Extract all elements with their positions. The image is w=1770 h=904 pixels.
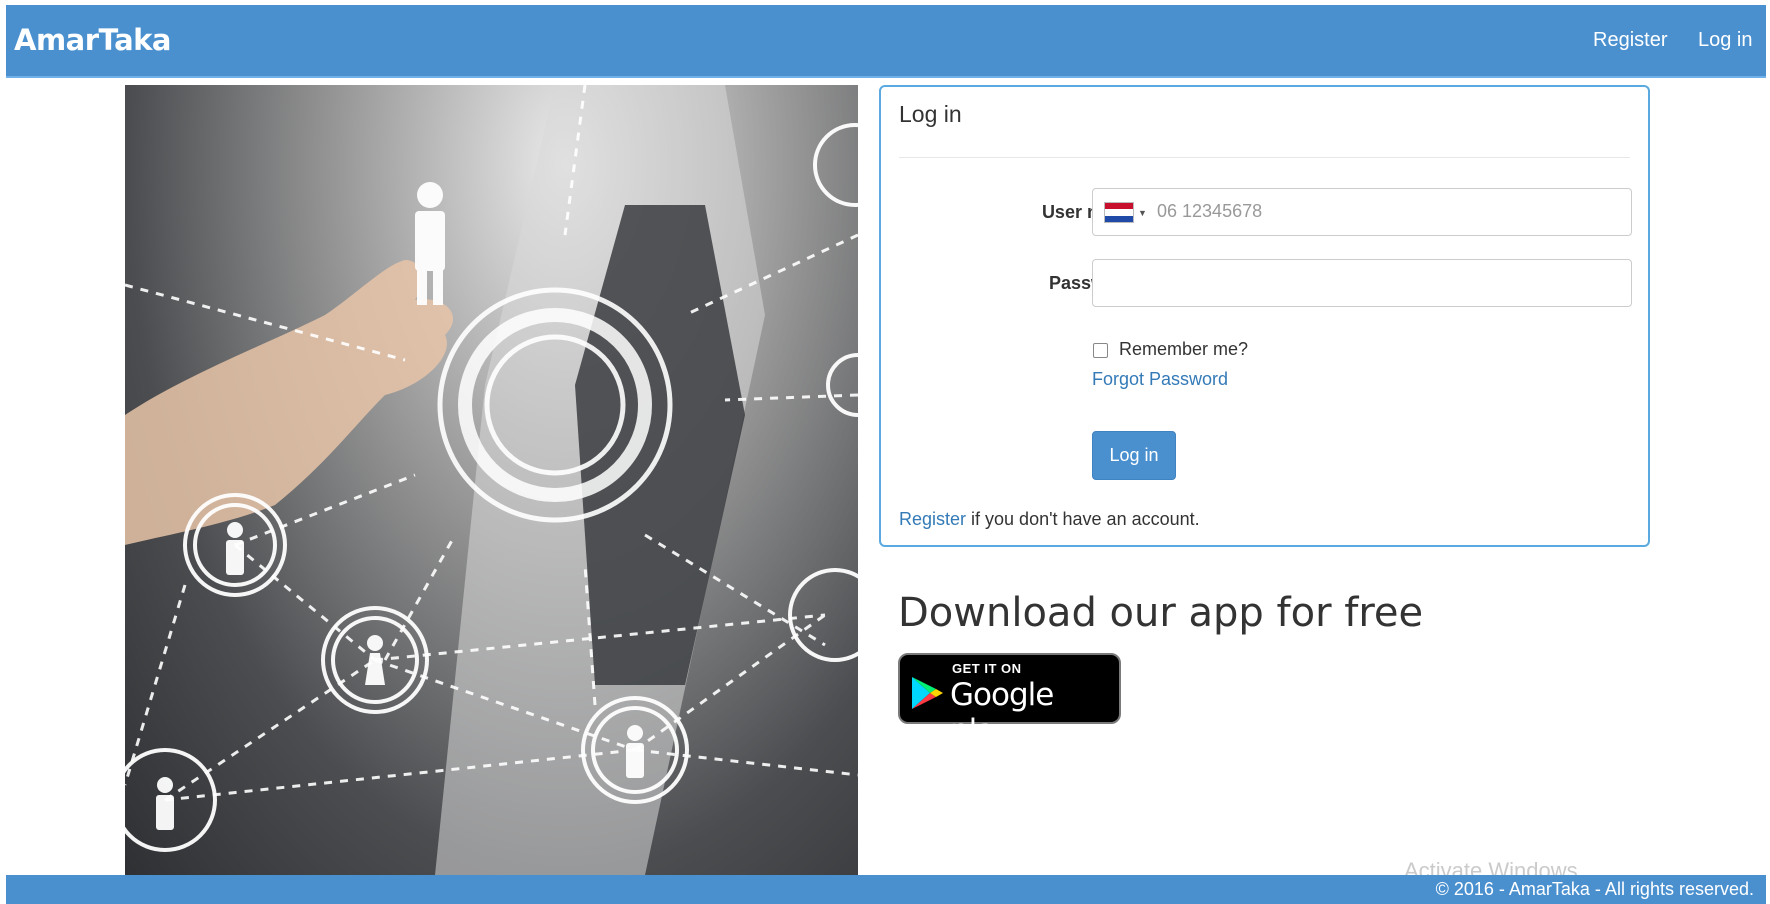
top-navbar: AmarTaka Register Log in [6, 5, 1766, 78]
netherlands-flag-icon[interactable] [1104, 202, 1134, 223]
panel-divider [899, 157, 1630, 158]
register-link[interactable]: Register [899, 509, 966, 529]
login-panel: Log in User name ▼ 06 12345678 Password … [879, 85, 1650, 547]
footer: © 2016 - AmarTaka - All rights reserved. [6, 875, 1766, 904]
caret-down-icon[interactable]: ▼ [1138, 208, 1147, 218]
download-heading: Download our app for free [898, 590, 1424, 636]
nav-login-link[interactable]: Log in [1698, 29, 1753, 52]
badge-get-it-on: GET IT ON [952, 661, 1022, 676]
login-title: Log in [899, 101, 962, 127]
remember-me-checkbox[interactable] [1093, 343, 1108, 358]
brand-logo[interactable]: AmarTaka [14, 23, 172, 57]
remember-me-label[interactable]: Remember me? [1119, 339, 1248, 360]
register-suffix: if you don't have an account. [966, 509, 1200, 529]
badge-google-play: Google play [950, 677, 1054, 749]
forgot-password-link[interactable]: Forgot Password [1092, 369, 1228, 390]
register-prompt: Register if you don't have an account. [899, 509, 1200, 530]
google-play-icon [912, 677, 943, 709]
google-play-badge[interactable]: GET IT ON Google play [898, 653, 1121, 749]
network-illustration [125, 85, 858, 875]
footer-copyright: © 2016 - AmarTaka - All rights reserved. [1435, 879, 1754, 899]
login-button[interactable]: Log in [1092, 431, 1176, 480]
username-placeholder: 06 12345678 [1157, 201, 1263, 221]
username-input[interactable]: ▼ 06 12345678 [1092, 188, 1632, 236]
password-input[interactable] [1092, 259, 1632, 307]
nav-register-link[interactable]: Register [1593, 29, 1667, 52]
hero-image [125, 85, 858, 875]
